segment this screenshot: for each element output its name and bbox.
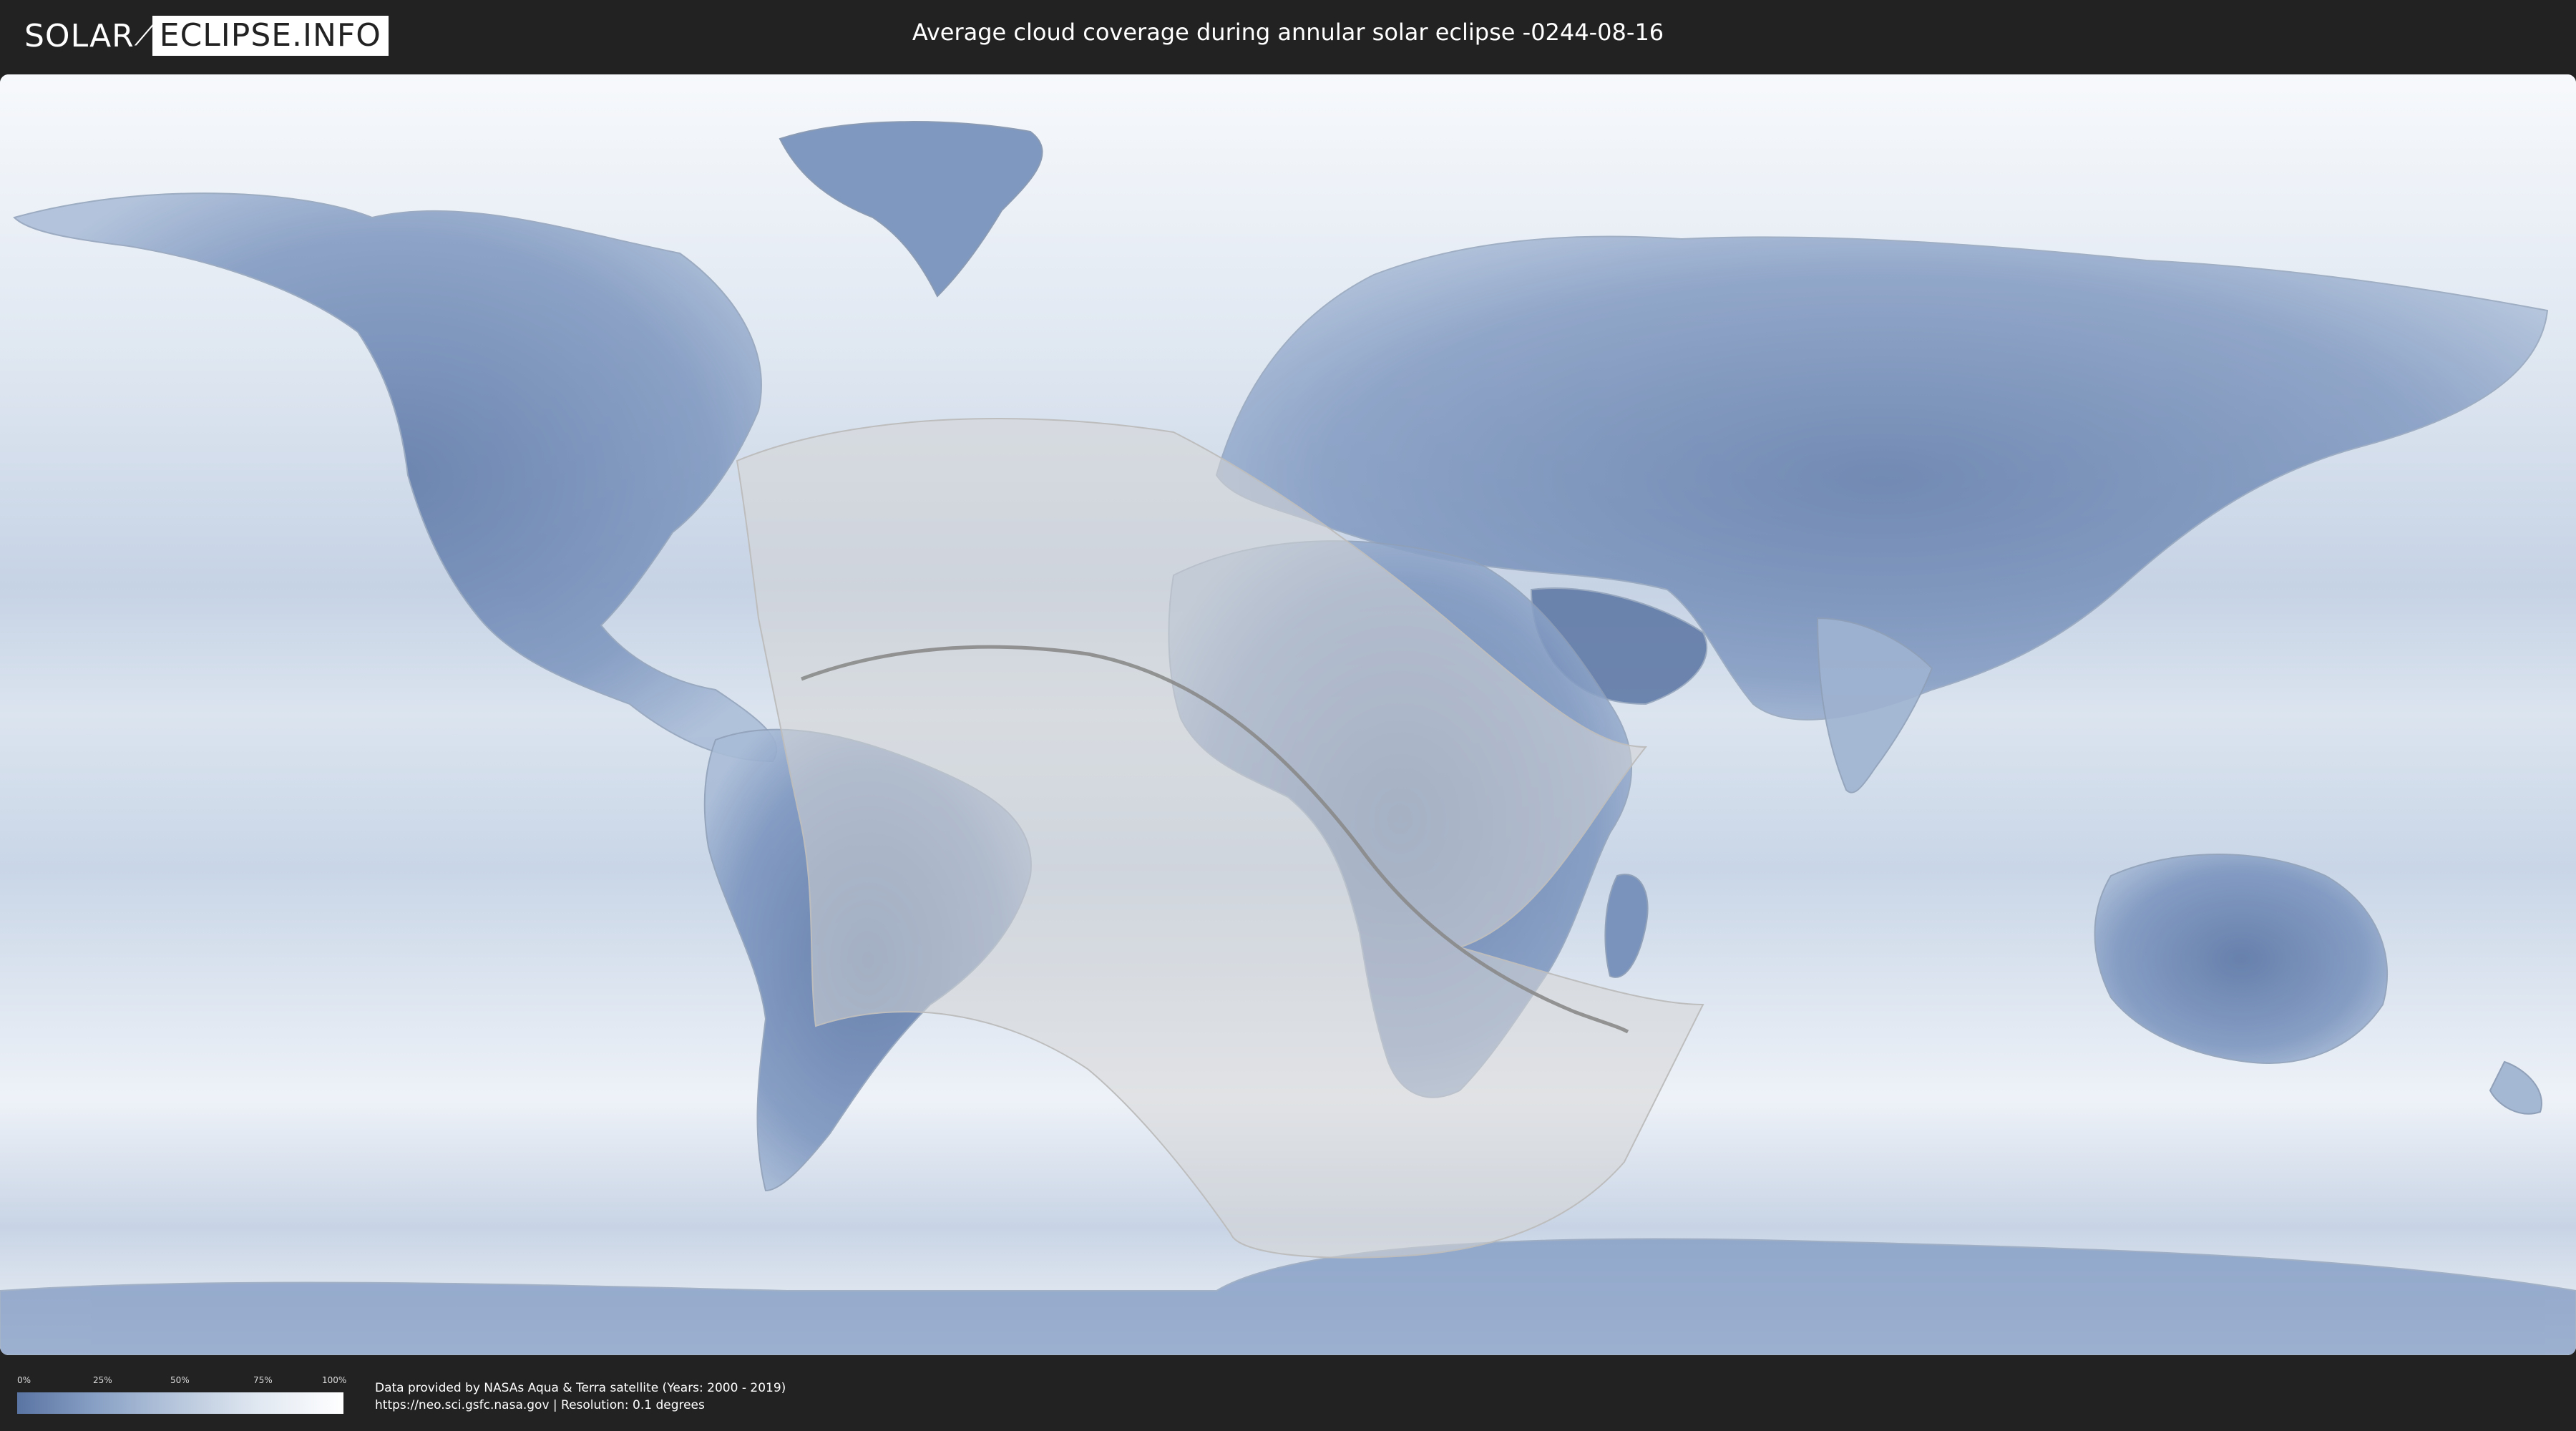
credits-line-source: Data provided by NASAs Aqua & Terra sate… bbox=[375, 1381, 786, 1395]
legend-ticks: 0% 25% 50% 75% 100% bbox=[17, 1375, 347, 1390]
header-bar: SOLAR ⟋ ECLIPSE.INFO Average cloud cover… bbox=[0, 0, 2576, 72]
legend-tick-0: 0% bbox=[17, 1375, 31, 1385]
page-title: Average cloud coverage during annular so… bbox=[912, 19, 1664, 46]
legend-tick-100: 100% bbox=[322, 1375, 347, 1385]
world-map-svg bbox=[0, 74, 2576, 1355]
cloud-coverage-legend: 0% 25% 50% 75% 100% bbox=[17, 1375, 347, 1425]
legend-tick-25: 25% bbox=[93, 1375, 112, 1385]
footer-bar: 0% 25% 50% 75% 100% Data provided by NAS… bbox=[0, 1355, 2576, 1431]
credits-line-url[interactable]: https://neo.sci.gsfc.nasa.gov | Resoluti… bbox=[375, 1397, 786, 1414]
data-credits: Data provided by NASAs Aqua & Terra sate… bbox=[375, 1379, 786, 1414]
legend-tick-75: 75% bbox=[253, 1375, 273, 1385]
legend-tick-50: 50% bbox=[170, 1375, 190, 1385]
cloud-coverage-map[interactable] bbox=[0, 74, 2576, 1355]
legend-color-bar bbox=[17, 1392, 343, 1414]
